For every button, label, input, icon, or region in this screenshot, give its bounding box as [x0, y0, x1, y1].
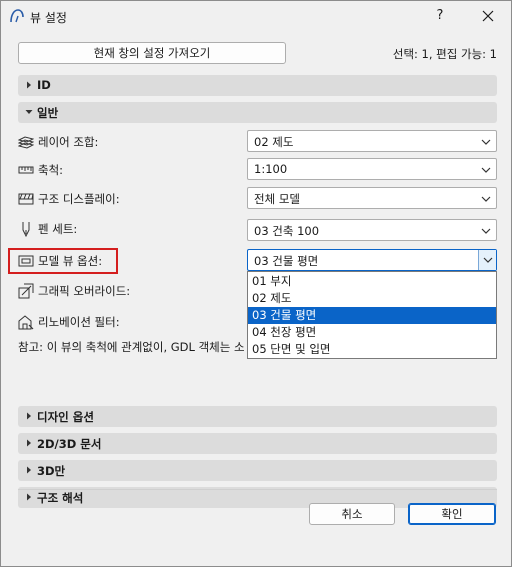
scale-value: 1:100: [254, 162, 288, 176]
pen-set-label: 펜 세트:: [38, 222, 78, 236]
section-id-label: ID: [37, 78, 51, 92]
layers-icon: [18, 134, 34, 150]
section-general-label: 일반: [37, 106, 59, 120]
import-current-window-settings-button[interactable]: 현재 창의 설정 가져오기: [18, 42, 286, 64]
dropdown-option[interactable]: 02 제도: [248, 290, 496, 307]
structure-display-select[interactable]: 전체 모델: [247, 187, 497, 209]
chevron-down-icon: [480, 225, 492, 237]
note-text: 참고: 이 뷰의 축척에 관계없이, GDL 객체는 소: [18, 340, 245, 354]
pen-set-select[interactable]: 03 건축 100: [247, 219, 497, 241]
dialog-content: 현재 창의 설정 가져오기 선택: 1, 편집 가능: 1 ID 일반 레이어 …: [1, 32, 511, 521]
caret-right-icon: [24, 438, 34, 448]
caret-right-icon: [24, 411, 34, 421]
pen-icon: [18, 221, 34, 237]
model-view-options-value: 03 건물 평면: [254, 254, 319, 268]
pen-set-value: 03 건축 100: [254, 224, 320, 238]
structure-display-label: 구조 디스플레이:: [38, 192, 120, 206]
dropdown-option-selected[interactable]: 03 건물 평면: [248, 307, 496, 324]
section-2d3d-documents[interactable]: 2D/3D 문서: [18, 433, 497, 454]
layer-combination-label: 레이어 조합:: [38, 135, 99, 149]
section-general[interactable]: 일반: [18, 102, 497, 123]
archicad-app-icon: [10, 9, 24, 23]
dropdown-option[interactable]: 01 부지: [248, 273, 496, 290]
caret-down-icon: [24, 107, 34, 117]
graphic-override-icon: [18, 283, 34, 299]
chevron-down-icon: [480, 164, 492, 176]
footer-divider: [18, 489, 497, 490]
section-design-options-label: 디자인 옵션: [37, 410, 94, 424]
structure-display-value: 전체 모델: [254, 192, 300, 206]
title-bar: 뷰 설정 ?: [1, 1, 511, 32]
section-3d-only[interactable]: 3D만: [18, 460, 497, 481]
caret-right-icon: [24, 465, 34, 475]
window-title: 뷰 설정: [30, 11, 67, 25]
section-design-options[interactable]: 디자인 옵션: [18, 406, 497, 427]
scale-select[interactable]: 1:100: [247, 158, 497, 180]
graphic-override-label: 그래픽 오버라이드:: [38, 284, 131, 298]
renovation-icon: [18, 314, 34, 330]
ruler-icon: [18, 162, 34, 178]
caret-right-icon: [24, 492, 34, 502]
model-view-options-dropdown: 01 부지 02 제도 03 건물 평면 04 천장 평면 05 단면 및 입면: [247, 271, 497, 359]
selection-info: 선택: 1, 편집 가능: 1: [392, 47, 497, 61]
help-button[interactable]: ?: [429, 5, 451, 27]
section-structural-analysis-label: 구조 해석: [37, 491, 84, 505]
model-view-options-label: 모델 뷰 옵션:: [38, 254, 103, 268]
layer-combination-select[interactable]: 02 제도: [247, 130, 497, 152]
dropdown-option[interactable]: 05 단면 및 입면: [248, 341, 496, 358]
chevron-down-icon: [480, 136, 492, 148]
layer-combination-value: 02 제도: [254, 135, 294, 149]
section-2d3d-documents-label: 2D/3D 문서: [37, 437, 102, 451]
scale-label: 축척:: [38, 163, 64, 177]
section-id[interactable]: ID: [18, 75, 497, 96]
model-view-icon: [18, 253, 34, 269]
close-icon[interactable]: [477, 5, 499, 27]
structure-display-icon: [18, 191, 34, 207]
view-settings-dialog: 뷰 설정 ? 현재 창의 설정 가져오기 선택: 1, 편집 가능: 1 ID …: [0, 0, 512, 567]
dropdown-toggle[interactable]: [478, 250, 496, 270]
section-3d-only-label: 3D만: [37, 464, 66, 478]
caret-right-icon: [24, 80, 34, 90]
model-view-options-select[interactable]: 03 건물 평면: [247, 249, 497, 271]
chevron-down-icon: [480, 193, 492, 205]
dropdown-option[interactable]: 04 천장 평면: [248, 324, 496, 341]
cancel-button[interactable]: 취소: [309, 503, 395, 525]
renovation-filter-label: 리노베이션 필터:: [38, 315, 120, 329]
ok-button[interactable]: 확인: [408, 503, 496, 525]
